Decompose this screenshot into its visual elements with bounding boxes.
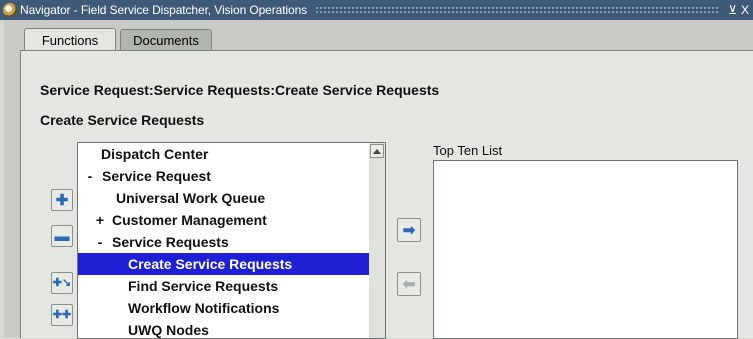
- breadcrumb: Service Request:Service Requests:Create …: [40, 82, 440, 98]
- tree-node[interactable]: + Customer Management: [78, 209, 370, 231]
- window-titlebar[interactable]: Navigator - Field Service Dispatcher, Vi…: [0, 0, 753, 20]
- collapse-minus-icon: ▬: [54, 227, 70, 245]
- scroll-up-icon[interactable]: [370, 144, 384, 158]
- tree-scrollbar[interactable]: [369, 142, 386, 339]
- tree-node-label: Create Service Requests: [128, 256, 293, 272]
- top-ten-list[interactable]: [433, 160, 738, 339]
- tree-node[interactable]: Universal Work Queue: [78, 187, 370, 209]
- expand-all-icon: ✚✚: [52, 308, 72, 321]
- close-icon[interactable]: X: [741, 3, 749, 17]
- remove-from-top-ten-button[interactable]: ⬅: [397, 272, 421, 296]
- tab-documents[interactable]: Documents: [120, 29, 212, 50]
- tree-node[interactable]: Find Service Requests: [78, 275, 370, 297]
- tree-node-toggle[interactable]: -: [94, 234, 106, 250]
- tree-node-toggle[interactable]: +: [94, 212, 106, 228]
- tree-node[interactable]: UWQ Nodes: [78, 319, 370, 338]
- minimize-icon[interactable]: ⊻: [728, 3, 737, 17]
- window-title: Navigator - Field Service Dispatcher, Vi…: [20, 3, 308, 17]
- expand-button[interactable]: ✚: [51, 189, 73, 211]
- left-arrow-icon: ⬅: [402, 275, 416, 293]
- tree-node-label: Dispatch Center: [101, 146, 209, 162]
- section-title: Create Service Requests: [40, 112, 205, 128]
- expand-plus-icon: ✚: [55, 191, 69, 209]
- tree-node-label: Service Requests: [112, 234, 229, 250]
- tree-node[interactable]: - Service Requests: [78, 231, 370, 253]
- titlebar-grip: [315, 6, 721, 14]
- collapse-button[interactable]: ▬: [51, 225, 73, 247]
- tree-node-label: Find Service Requests: [128, 278, 279, 294]
- expand-branch-icon: ✚↘: [52, 276, 72, 289]
- function-tree[interactable]: Dispatch Center - Service Request Univer…: [77, 142, 371, 339]
- tree-node[interactable]: Dispatch Center: [78, 143, 370, 165]
- expand-all-button[interactable]: ✚✚: [51, 304, 73, 326]
- tree-node[interactable]: - Service Request: [78, 165, 370, 187]
- tree-node[interactable]: Workflow Notifications: [78, 297, 370, 319]
- tree-node-label: Service Request: [102, 168, 211, 184]
- tree-node-label: UWQ Nodes: [128, 322, 209, 338]
- tab-functions[interactable]: Functions: [24, 28, 116, 51]
- tree-node-label: Workflow Notifications: [128, 300, 280, 316]
- tree-node-label: Customer Management: [112, 212, 267, 228]
- tree-node-label: Universal Work Queue: [116, 190, 266, 206]
- top-ten-label: Top Ten List: [433, 143, 503, 158]
- oracle-app-icon: [3, 3, 17, 17]
- expand-branch-button[interactable]: ✚↘: [51, 272, 73, 294]
- tree-node-toggle[interactable]: -: [84, 168, 96, 184]
- right-arrow-icon: ➡: [402, 221, 416, 239]
- tree-node-selected[interactable]: Create Service Requests: [78, 253, 370, 275]
- add-to-top-ten-button[interactable]: ➡: [397, 218, 421, 242]
